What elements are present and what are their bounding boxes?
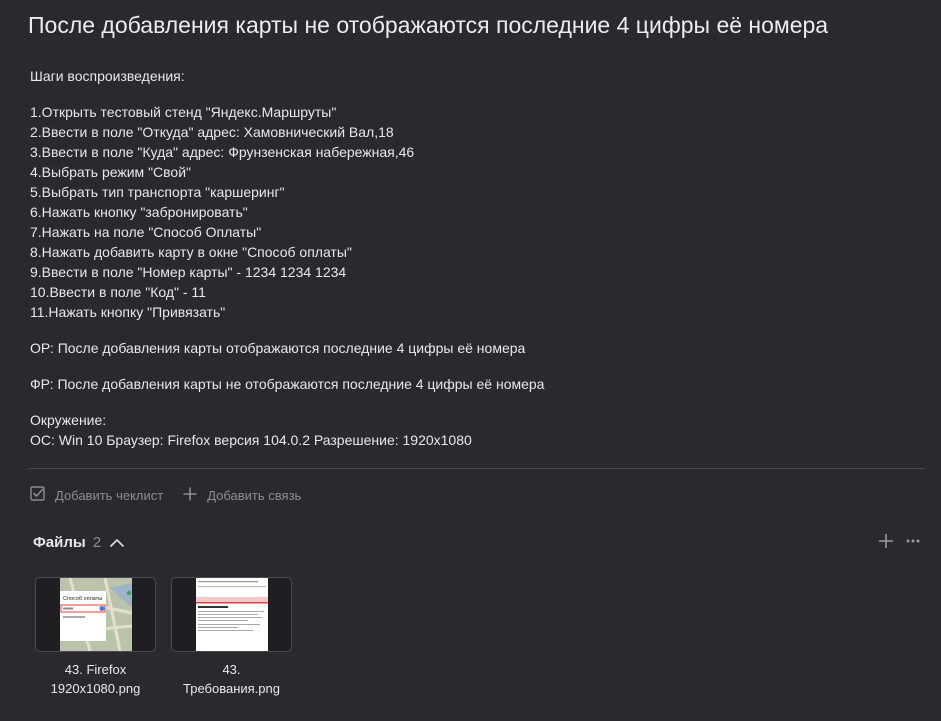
actual-result: ФР: После добавления карты не отображают… (30, 376, 545, 392)
steps-heading: Шаги воспроизведения: (30, 68, 185, 84)
chevron-up-icon (110, 538, 124, 547)
more-options-button[interactable] (906, 539, 920, 543)
plus-icon (879, 534, 893, 548)
file-name: 43. Firefox 1920x1080.png (51, 660, 141, 698)
add-file-button[interactable] (878, 533, 894, 549)
environment-details: ОС: Win 10 Браузер: Firefox версия 104.0… (30, 432, 472, 448)
step-item: 10.Ввести в поле "Код" - 11 (30, 284, 206, 300)
step-item: 9.Ввести в поле "Номер карты" - 1234 123… (30, 264, 347, 280)
checklist-icon (30, 486, 55, 504)
files-toolbar (866, 533, 920, 549)
file-name: 43. Требования.png (183, 660, 280, 698)
add-checklist-label: Добавить чеклист (55, 487, 164, 503)
file-thumbnail (171, 577, 292, 652)
file-card[interactable]: Способ оплаты 43. Firefox 1920x1080.png (35, 577, 156, 698)
file-name-line: 43. (222, 662, 241, 677)
add-link-label: Добавить связь (207, 487, 302, 503)
screenshot-thumbnail: Способ оплаты (59, 578, 132, 651)
step-item: 4.Выбрать режим "Свой" (30, 164, 192, 180)
issue-description: Шаги воспроизведения: 1.Открыть тестовый… (30, 66, 910, 450)
more-dots-icon (906, 539, 920, 543)
divider (28, 468, 925, 469)
step-item: 8.Нажать добавить карту в окне "Способ о… (30, 244, 352, 260)
step-item: 6.Нажать кнопку "забронировать" (30, 204, 248, 220)
step-item: 1.Открыть тестовый стенд "Яндекс.Маршрут… (30, 104, 337, 120)
file-name-line: Требования.png (183, 681, 280, 696)
files-count: 2 (92, 534, 102, 551)
add-link-button[interactable]: Добавить связь (183, 487, 301, 504)
file-thumbnail: Способ оплаты (35, 577, 156, 652)
step-item: 7.Нажать на поле "Способ Оплаты" (30, 224, 262, 240)
issue-actions: Добавить чеклист Добавить связь (30, 486, 321, 504)
plus-icon (183, 487, 207, 504)
document-thumbnail (195, 578, 268, 651)
file-name-line: 43. Firefox (64, 662, 127, 677)
environment-heading: Окружение: (30, 412, 107, 428)
files-header: Файлы 2 (33, 534, 125, 551)
expected-result: ОР: После добавления карты отображаются … (30, 340, 526, 356)
step-item: 2.Ввести в поле "Откуда" адрес: Хамовнич… (30, 124, 394, 140)
issue-title: После добавления карты не отображаются п… (28, 12, 829, 38)
collapse-toggle[interactable] (109, 537, 125, 549)
step-item: 5.Выбрать тип транспорта "каршеринг" (30, 184, 285, 200)
file-card[interactable]: 43. Требования.png (171, 577, 292, 698)
step-item: 3.Ввести в поле "Куда" адрес: Фрунзенска… (30, 144, 415, 160)
step-item: 11.Нажать кнопку "Привязать" (30, 304, 226, 320)
steps-list: 1.Открыть тестовый стенд "Яндекс.Маршрут… (30, 102, 910, 322)
file-name-line: 1920x1080.png (50, 681, 141, 696)
files-title: Файлы (33, 534, 86, 551)
popup-title-text: Способ оплаты (63, 596, 102, 602)
add-checklist-button[interactable]: Добавить чеклист (30, 486, 163, 504)
